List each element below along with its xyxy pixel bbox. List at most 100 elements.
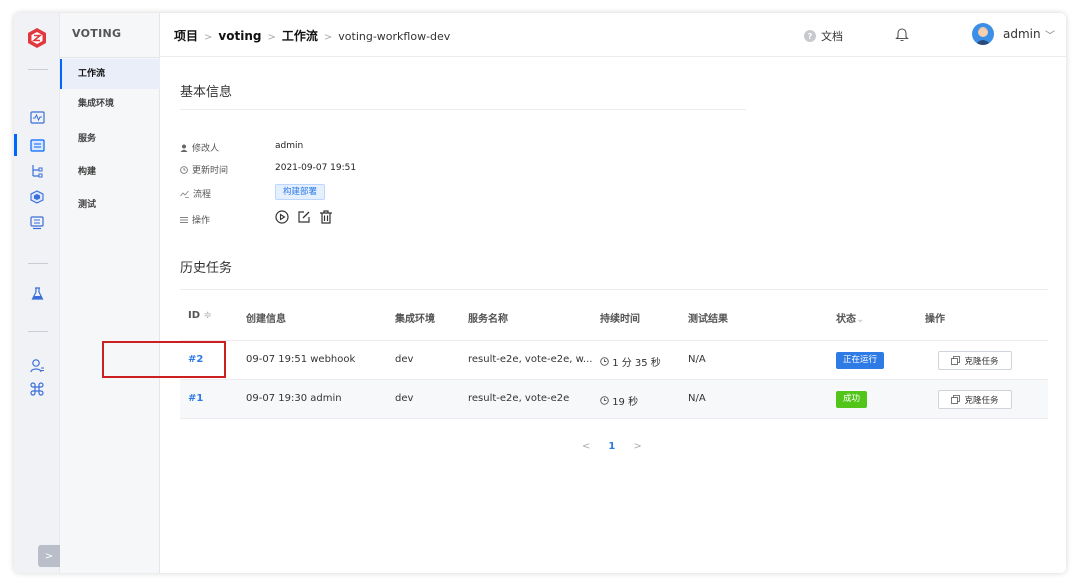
status-badge: 正在运行 [836, 352, 885, 369]
info-label-text: 操作 [192, 216, 211, 226]
menu-item-test[interactable]: 测试 [60, 190, 160, 220]
modifier-value: admin [275, 141, 304, 151]
table-row[interactable]: #2 09-07 19:51 webhook dev result-e2e, v… [180, 341, 1048, 380]
breadcrumb-separator: > [323, 32, 333, 43]
env-cell: dev [395, 354, 414, 365]
edit-icon[interactable] [297, 210, 311, 224]
clock-icon [180, 165, 188, 174]
copy-icon [951, 356, 961, 365]
app-window: > VOTING 工作流 集成环境 服务 构建 测试 项目 > voting > 工作流… [14, 13, 1066, 573]
menu-item-services[interactable]: 服务 [60, 124, 160, 154]
table-row[interactable]: #1 09-07 19:30 admin dev result-e2e, vot… [180, 380, 1048, 419]
rail-active-indicator [14, 134, 17, 156]
docs-link[interactable]: ? 文档 [804, 28, 843, 44]
test-result-cell: N/A [688, 393, 706, 404]
user-icon [180, 144, 188, 152]
clock-icon [600, 357, 609, 366]
column-actions: 操作 [925, 314, 945, 325]
cube-icon[interactable] [27, 187, 47, 207]
services-cell: result-e2e, vote-e2e, w... [468, 354, 593, 365]
icon-rail: > [14, 13, 60, 573]
column-status[interactable]: 状态⌄ [836, 310, 864, 325]
zadig-logo-icon[interactable] [26, 27, 48, 49]
copy-icon [951, 395, 961, 404]
menu-item-workflow[interactable]: 工作流 [60, 59, 160, 89]
folder-icon[interactable] [27, 135, 47, 155]
clone-task-button[interactable]: 克隆任务 [938, 351, 1012, 370]
column-test-result: 测试结果 [688, 314, 728, 325]
collapse-sidebar-button[interactable]: > [38, 545, 60, 567]
settings-icon [180, 216, 188, 223]
duration-cell: 1 分 35 秒 [600, 354, 661, 369]
info-label-text: 流程 [193, 190, 212, 200]
filter-icon[interactable]: ⌄ [856, 314, 864, 325]
clone-task-button[interactable]: 克隆任务 [938, 390, 1012, 409]
basic-info-title: 基本信息 [180, 85, 233, 100]
duration-cell: 19 秒 [600, 393, 638, 408]
menu-item-environments[interactable]: 集成环境 [60, 89, 160, 119]
column-created: 创建信息 [246, 314, 286, 325]
highlight-box [102, 341, 226, 378]
flow-icon [180, 190, 189, 198]
menu-item-build[interactable]: 构建 [60, 157, 160, 187]
command-icon[interactable] [27, 379, 47, 399]
pagination: < 1 > [582, 441, 642, 452]
column-services: 服务名称 [468, 314, 508, 325]
section-divider [180, 109, 746, 110]
info-label-flow: 流程 [180, 187, 211, 200]
status-badge: 成功 [836, 391, 868, 408]
pagination-next[interactable]: > [633, 441, 641, 452]
project-menu-divider [60, 57, 160, 58]
column-id[interactable]: ID ≑ [188, 310, 212, 321]
created-info: 09-07 19:30 admin [246, 393, 342, 404]
avatar[interactable] [972, 23, 994, 45]
env-cell: dev [395, 393, 414, 404]
top-bar: 项目 > voting > 工作流 > voting-workflow-dev ? 文档 a… [160, 13, 1066, 57]
info-label-updated: 更新时间 [180, 163, 228, 176]
run-icon[interactable] [275, 210, 289, 224]
pagination-prev[interactable]: < [582, 441, 590, 452]
flask-icon[interactable] [27, 283, 47, 303]
monitor-icon[interactable] [27, 107, 47, 127]
column-duration: 持续时间 [600, 314, 640, 325]
updated-time-value: 2021-09-07 19:51 [275, 163, 357, 173]
breadcrumb: 项目 > voting > 工作流 > voting-workflow-dev [174, 27, 450, 44]
main-content: 基本信息 修改人 admin 更新时间 2021-09-07 19:51 流程 … [160, 57, 1066, 573]
clock-icon [600, 396, 609, 405]
help-icon: ? [804, 30, 816, 42]
info-label-text: 更新时间 [192, 166, 229, 176]
history-title: 历史任务 [180, 261, 233, 276]
info-label-actions: 操作 [180, 213, 210, 226]
bell-icon[interactable] [895, 26, 909, 42]
sort-icon[interactable]: ≑ [204, 310, 212, 321]
rail-divider [28, 331, 48, 332]
breadcrumb-projects[interactable]: 项目 [174, 29, 198, 43]
task-id-link[interactable]: #1 [188, 393, 203, 404]
created-info: 09-07 19:51 webhook [246, 354, 356, 365]
workflow-actions [275, 210, 333, 224]
table-header: ID ≑ 创建信息 集成环境 服务名称 持续时间 测试结果 状态⌄ 操作 [180, 289, 1048, 341]
services-cell: result-e2e, vote-e2e [468, 393, 570, 404]
breadcrumb-workflows[interactable]: 工作流 [282, 29, 318, 43]
docs-label: 文档 [821, 30, 843, 43]
rail-divider [28, 263, 48, 264]
info-label-modifier: 修改人 [180, 141, 219, 154]
pagination-page[interactable]: 1 [608, 441, 615, 452]
info-label-text: 修改人 [192, 144, 220, 154]
user-name[interactable]: admin [1003, 27, 1041, 41]
delete-icon[interactable] [319, 210, 333, 224]
flow-tag: 构建部署 [275, 184, 326, 200]
rail-divider [28, 69, 48, 70]
chevron-down-icon[interactable]: ﹀ [1045, 27, 1055, 42]
breadcrumb-project[interactable]: voting [218, 29, 261, 43]
breadcrumb-separator: > [267, 32, 276, 43]
test-result-cell: N/A [688, 354, 706, 365]
breadcrumb-current: voting-workflow-dev [338, 30, 451, 43]
project-title: VOTING [72, 27, 122, 40]
tree-icon[interactable] [27, 161, 47, 181]
project-menu: VOTING 工作流 集成环境 服务 构建 测试 [60, 13, 160, 573]
deploy-icon[interactable] [27, 213, 47, 233]
breadcrumb-separator: > [204, 32, 213, 43]
column-env: 集成环境 [395, 314, 435, 325]
user-manage-icon[interactable] [27, 355, 47, 375]
